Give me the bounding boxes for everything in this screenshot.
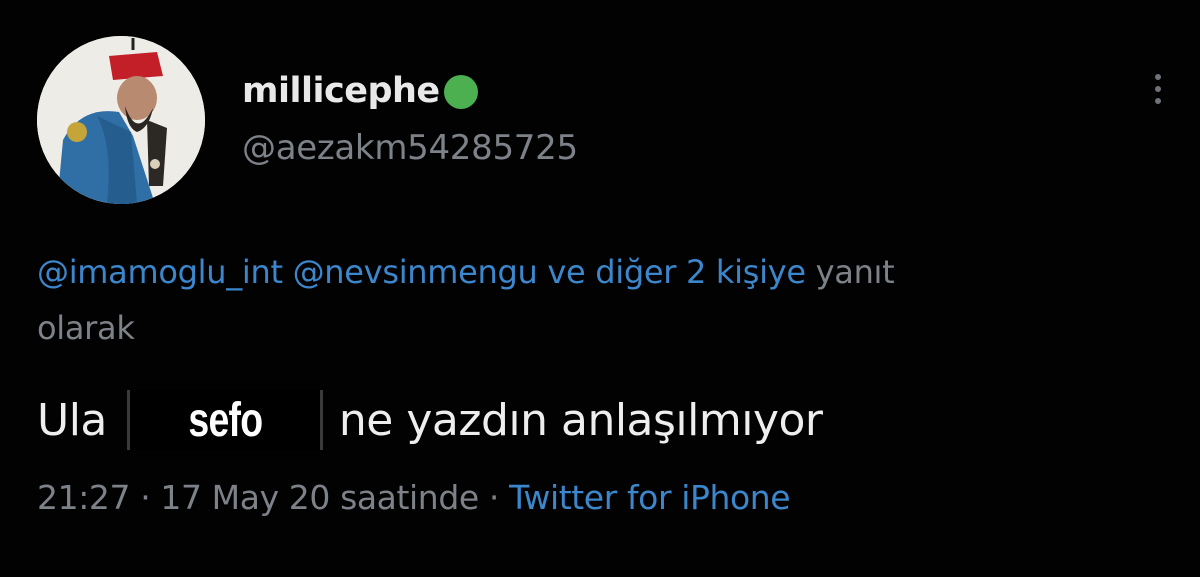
display-name-row[interactable]: millicephe	[242, 66, 478, 116]
avatar[interactable]	[37, 36, 205, 204]
tweet-text: Ula sefo ne yazdın anlaşılmıyor	[37, 388, 823, 452]
avatar-portrait-image	[37, 36, 205, 204]
tweet-text-part: ne yazdın anlaşılmıyor	[338, 394, 823, 446]
tweet-source-link[interactable]: Twitter for iPhone	[509, 478, 791, 517]
verified-badge-icon	[443, 75, 478, 109]
separator: ·	[488, 478, 499, 517]
user-handle[interactable]: @aezakm54285725	[242, 128, 578, 168]
tweet-text-part: Ula	[37, 394, 107, 446]
reply-context: @imamoglu_int @nevsinmengu ve diğer 2 ki…	[37, 244, 1157, 356]
reply-suffix: yanıt	[815, 253, 895, 291]
reply-suffix: olarak	[37, 309, 135, 347]
separator: ·	[140, 478, 151, 517]
display-name[interactable]: millicephe	[242, 71, 440, 111]
mention-link[interactable]: @nevsinmengu	[293, 253, 538, 291]
tweet-date[interactable]: 17 May 20 saatinde	[160, 478, 479, 517]
other-recipients-link[interactable]: ve diğer 2 kişiye	[547, 253, 806, 291]
redacted-word: sefo	[187, 393, 263, 447]
more-options-icon[interactable]	[1146, 70, 1170, 110]
tweet-card: millicephe @aezakm54285725 @imamoglu_int…	[0, 0, 1200, 577]
mention-link[interactable]: @imamoglu_int	[37, 253, 283, 291]
redaction-overlay: sefo	[126, 390, 323, 450]
tweet-time[interactable]: 21:27	[37, 478, 131, 517]
tweet-metadata: 21:27 · 17 May 20 saatinde · Twitter for…	[37, 478, 791, 517]
